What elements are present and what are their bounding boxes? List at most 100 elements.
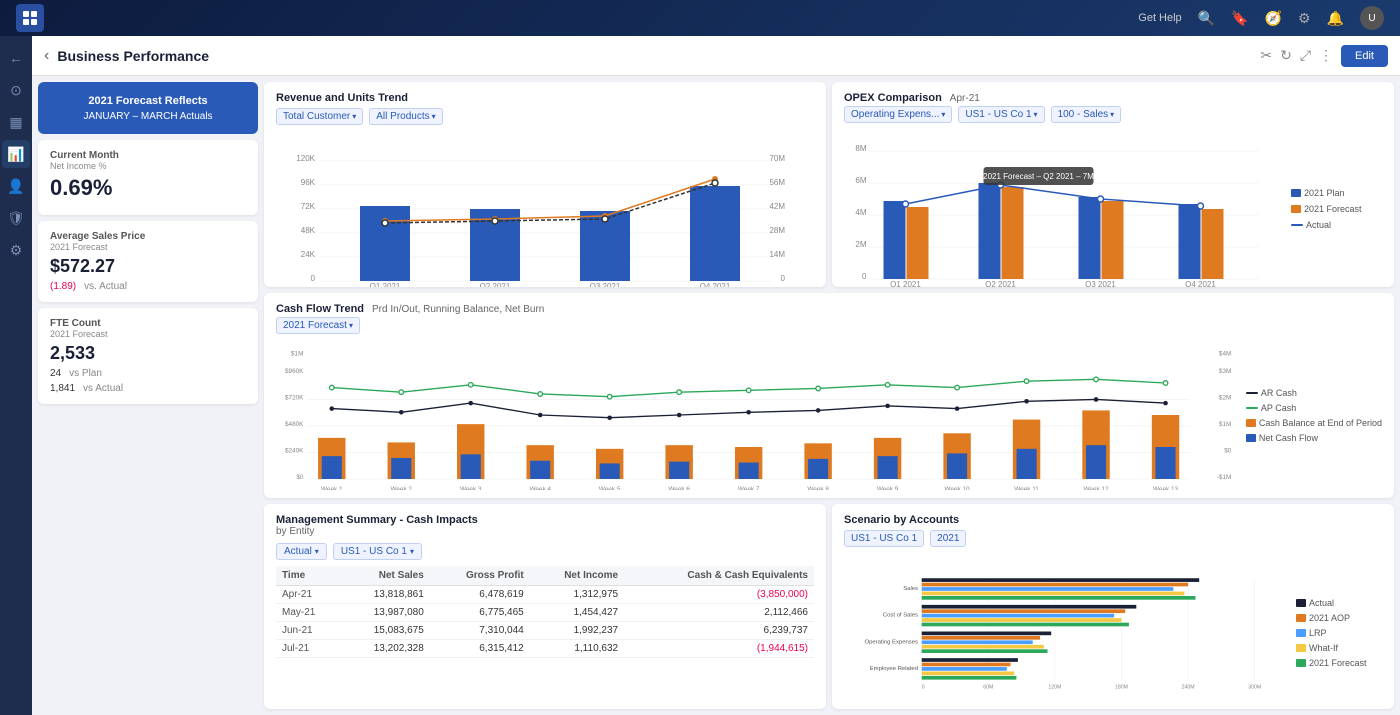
forecast-banner: 2021 Forecast Reflects JANUARY – MARCH A… <box>38 82 258 134</box>
svg-text:0: 0 <box>922 685 925 691</box>
svg-text:Q1 2021: Q1 2021 <box>890 280 921 287</box>
compass-icon[interactable]: 🧭 <box>1265 10 1282 27</box>
svg-text:300M: 300M <box>1248 685 1261 691</box>
table-row: Jul-21 13,202,328 6,315,412 1,110,632 (1… <box>276 640 814 658</box>
col-gross-profit: Gross Profit <box>430 566 530 586</box>
sidebar-icon-grid[interactable]: ▦ <box>2 108 30 136</box>
svg-text:$1M: $1M <box>1219 421 1231 428</box>
fte-vs-plan-row: 24 vs Plan <box>50 368 246 379</box>
avg-sales-diff-row: (1.89) vs. Actual <box>50 281 246 292</box>
svg-text:0: 0 <box>311 274 316 283</box>
svg-text:$240K: $240K <box>285 447 304 454</box>
svg-text:Q4 2021: Q4 2021 <box>1185 280 1216 287</box>
avatar[interactable]: U <box>1360 6 1384 30</box>
opex-filter1[interactable]: Operating Expens...▾ <box>844 106 952 123</box>
legend-ar-cash: AR Cash <box>1246 388 1382 398</box>
avg-sales-vs: vs. Actual <box>84 281 127 292</box>
svg-text:Cost of Sales: Cost of Sales <box>883 613 918 619</box>
svg-text:6M: 6M <box>855 176 866 185</box>
sidebar-icon-settings[interactable]: ⚙ <box>2 236 30 264</box>
header-bar: ‹ Business Performance ✂ ↻ ⤢ ⋮ Edit <box>32 36 1400 76</box>
cashflow-chart-card: Cash Flow Trend Prd In/Out, Running Bala… <box>264 293 1394 498</box>
mgmt-summary-card: Management Summary - Cash Impacts by Ent… <box>264 504 826 709</box>
svg-text:Week 4: Week 4 <box>529 486 551 490</box>
svg-text:Q3 2021: Q3 2021 <box>1085 280 1116 287</box>
svg-text:56M: 56M <box>769 178 785 187</box>
bell-icon[interactable]: 🔔 <box>1327 10 1344 27</box>
scenario-filter-row: US1 - US Co 1 2021 <box>844 530 1382 547</box>
avg-sales-value: $572.27 <box>50 256 246 277</box>
mgmt-filter2[interactable]: US1 - US Co 1▾ <box>333 543 422 560</box>
fte-vs-actual-label: vs Actual <box>83 383 123 394</box>
svg-text:Week 2: Week 2 <box>390 486 412 490</box>
svg-text:$0: $0 <box>1224 447 1232 454</box>
refresh-icon[interactable]: ↻ <box>1280 47 1292 64</box>
revenue-chart-header: Revenue and Units Trend <box>276 92 814 104</box>
svg-text:Operating Expenses: Operating Expenses <box>864 639 918 645</box>
legend-2021forecast: 2021 Forecast <box>1296 658 1382 668</box>
legend-aop: 2021 AOP <box>1296 613 1382 623</box>
table-row: May-21 13,987,080 6,775,465 1,454,427 2,… <box>276 604 814 622</box>
opex-filter2[interactable]: US1 - US Co 1▾ <box>958 106 1044 123</box>
svg-text:Q3 2021: Q3 2021 <box>590 282 621 287</box>
current-month-card: Current Month Net Income % 0.69% <box>38 140 258 215</box>
back-button[interactable]: ‹ <box>44 47 49 65</box>
svg-text:$0: $0 <box>296 474 304 481</box>
current-month-sublabel: Net Income % <box>50 161 246 171</box>
settings-icon[interactable]: ⚙ <box>1298 10 1311 27</box>
main-content: 2021 Forecast Reflects JANUARY – MARCH A… <box>32 76 1400 715</box>
mgmt-filter1[interactable]: Actual▾ <box>276 543 327 560</box>
sidebar-icon-shield[interactable]: 🛡 <box>2 204 30 232</box>
svg-text:8M: 8M <box>855 144 866 153</box>
legend-plan: 2021 Plan <box>1291 188 1382 198</box>
more-icon[interactable]: ⋮ <box>1319 47 1333 64</box>
get-help-link[interactable]: Get Help <box>1138 12 1181 24</box>
mgmt-table-container: Time Net Sales Gross Profit Net Income C… <box>276 566 814 658</box>
svg-text:Week 11: Week 11 <box>1014 486 1039 490</box>
legend-ap-cash: AP Cash <box>1246 403 1382 413</box>
expand-icon[interactable]: ⤢ <box>1300 47 1311 64</box>
cut-icon[interactable]: ✂ <box>1260 47 1272 64</box>
scenario-filter2[interactable]: 2021 <box>930 530 966 547</box>
svg-text:Sales: Sales <box>903 586 918 592</box>
bookmark-icon[interactable]: 🔖 <box>1231 10 1248 27</box>
col-cash: Cash & Cash Equivalents <box>624 566 814 586</box>
svg-text:Week 13: Week 13 <box>1153 486 1178 490</box>
revenue-filter2[interactable]: All Products ▾ <box>369 108 442 125</box>
opex-subtitle: Apr-21 <box>950 93 980 104</box>
sidebar-icon-home[interactable]: ⊙ <box>2 76 30 104</box>
legend-cash-balance: Cash Balance at End of Period <box>1246 418 1382 428</box>
opex-filter3[interactable]: 100 - Sales▾ <box>1051 106 1122 123</box>
sidebar-icon-chart[interactable]: 📊 <box>2 140 30 168</box>
col-time: Time <box>276 566 341 586</box>
revenue-chart-card: Revenue and Units Trend Total Customer ▾… <box>264 82 826 287</box>
cashflow-subtitle: Prd In/Out, Running Balance, Net Burn <box>372 304 544 315</box>
svg-text:Week 5: Week 5 <box>599 486 621 490</box>
page-title: Business Performance <box>57 48 1252 64</box>
fte-count-card: FTE Count 2021 Forecast 2,533 24 vs Plan… <box>38 308 258 404</box>
sidebar-icon-user[interactable]: 👤 <box>2 172 30 200</box>
cashflow-filter[interactable]: 2021 Forecast ▾ <box>276 317 360 334</box>
search-icon[interactable]: 🔍 <box>1198 10 1215 27</box>
fte-value: 2,533 <box>50 343 246 364</box>
left-panel: 2021 Forecast Reflects JANUARY – MARCH A… <box>38 82 258 709</box>
opex-filter-row: Operating Expens...▾ US1 - US Co 1▾ 100 … <box>844 106 1382 123</box>
edit-button[interactable]: Edit <box>1341 45 1388 67</box>
forecast-title: 2021 Forecast Reflects <box>50 94 246 109</box>
legend-net-cash: Net Cash Flow <box>1246 433 1382 443</box>
svg-text:$960K: $960K <box>285 368 304 375</box>
scenario-filter1[interactable]: US1 - US Co 1 <box>844 530 924 547</box>
current-month-label: Current Month <box>50 150 246 161</box>
sidebar: ← ⊙ ▦ 📊 👤 🛡 ⚙ <box>0 36 32 715</box>
top-nav: Get Help 🔍 🔖 🧭 ⚙ 🔔 U <box>0 0 1400 36</box>
svg-text:-$1M: -$1M <box>1217 474 1232 481</box>
svg-text:4M: 4M <box>855 208 866 217</box>
fte-vs-actual-num: 1,841 <box>50 383 75 394</box>
revenue-filter1[interactable]: Total Customer ▾ <box>276 108 363 125</box>
svg-text:Week 10: Week 10 <box>945 486 970 490</box>
col-net-income: Net Income <box>530 566 624 586</box>
svg-text:120M: 120M <box>1048 685 1061 691</box>
sidebar-icon-back[interactable]: ← <box>2 44 30 72</box>
svg-text:Week 9: Week 9 <box>877 486 899 490</box>
fte-vs-plan-label: vs Plan <box>69 368 102 379</box>
